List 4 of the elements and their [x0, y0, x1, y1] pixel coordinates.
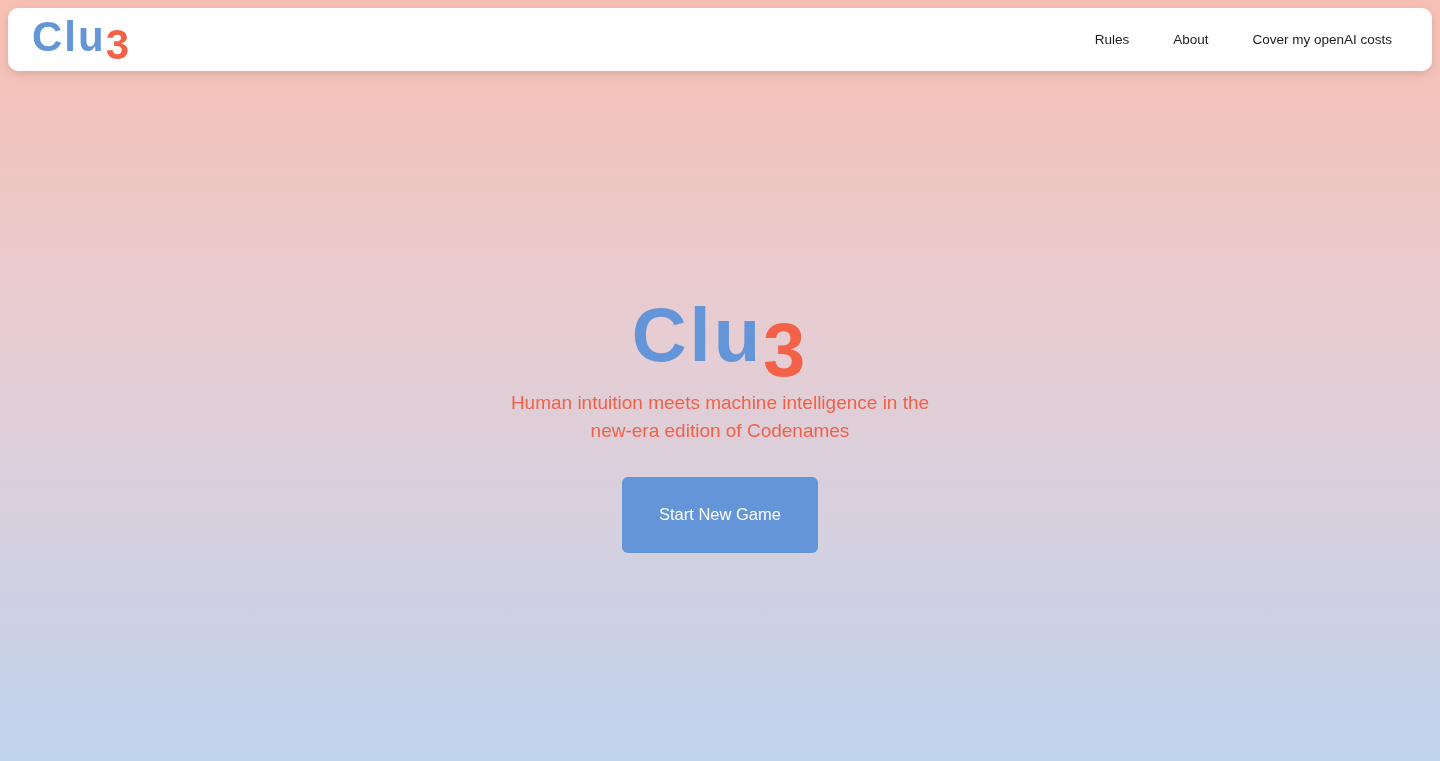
nav-link[interactable]: Cover my openAI costs	[1252, 32, 1392, 47]
nav-link[interactable]: About	[1173, 32, 1209, 47]
nav-link[interactable]: Rules	[1094, 32, 1130, 47]
tagline: Human intuition meets machine intelligence in the new-era edition of Codenames	[509, 390, 931, 443]
